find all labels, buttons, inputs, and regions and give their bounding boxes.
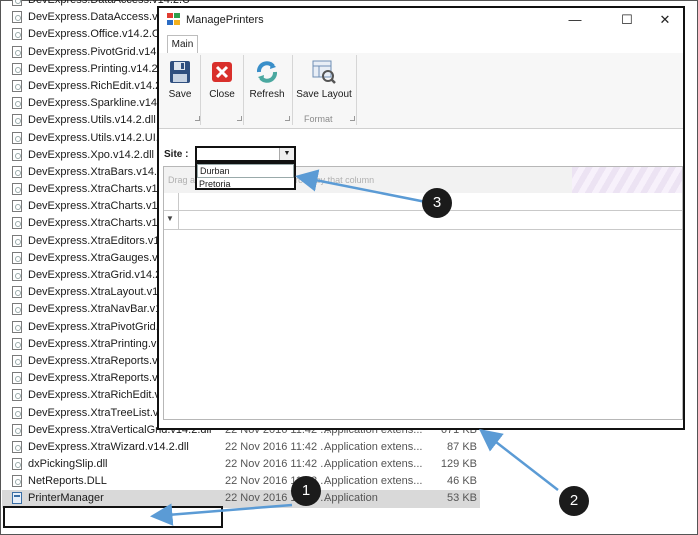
dll-file-icon [12, 286, 22, 299]
dll-file-icon [12, 45, 22, 58]
maximize-button[interactable]: ☐ [609, 8, 645, 32]
file-size: 87 KB [447, 440, 477, 453]
dll-file-icon [12, 269, 22, 281]
file-date: 22 Nov 2016 11:42 ... [225, 458, 330, 471]
save-layout-icon [312, 60, 336, 84]
site-option-durban[interactable]: Durban [197, 164, 294, 178]
file-type: Application extens... [324, 440, 423, 453]
red-x-icon [212, 62, 232, 82]
dll-file-icon [12, 148, 22, 161]
dll-file-icon [12, 251, 22, 264]
file-type: Application extens... [324, 458, 423, 471]
close-window-button[interactable]: ✕ [647, 8, 683, 32]
floppy-disk-icon [170, 61, 190, 83]
refresh-button[interactable]: Refresh [247, 56, 287, 100]
group-launcher-icon[interactable] [237, 116, 242, 121]
ribbon-separator [200, 55, 201, 125]
dll-file-icon [12, 475, 22, 488]
ribbon-tab-strip: Main [159, 32, 683, 54]
dll-file-icon [12, 28, 22, 41]
close-label: Close [209, 89, 235, 100]
dll-file-icon [12, 97, 22, 110]
dll-file-icon [12, 217, 22, 230]
group-launcher-icon[interactable] [195, 116, 200, 121]
ribbon-separator [243, 55, 244, 125]
callout-3: 3 [422, 188, 452, 218]
dropdown-arrow-icon[interactable]: ▼ [279, 148, 294, 160]
dll-file-icon [12, 114, 22, 127]
format-group-label: Format [304, 114, 333, 124]
group-panel-decoration [572, 167, 682, 193]
site-combobox[interactable]: ▼ [195, 146, 296, 162]
file-name: DevExpress.XtraGrid.v14.2.dll [28, 269, 176, 281]
app-icon [167, 13, 181, 26]
window-title: ManagePrinters [186, 14, 264, 26]
file-size: 46 KB [447, 475, 477, 488]
save-label: Save [168, 89, 192, 100]
printer-manager-highlight [3, 506, 223, 528]
dll-file-icon [12, 79, 22, 92]
dll-file-icon [12, 423, 22, 436]
file-row[interactable]: DevExpress.XtraWizard.v14.2.dll 22 Nov 20… [2, 439, 480, 456]
file-size: 129 KB [440, 458, 477, 471]
save-layout-button[interactable]: Save Layout [296, 56, 352, 100]
tab-main[interactable]: Main [167, 35, 198, 54]
callout-2: 2 [559, 486, 589, 516]
dll-file-icon [12, 389, 22, 402]
dll-file-icon [12, 183, 22, 196]
manage-printers-window: ManagePrinters — ☐ ✕ Main Save Close Ref… [157, 6, 685, 430]
exe-file-icon [12, 492, 22, 505]
file-name: DevExpress.XtraWizard.v14.2.dll [28, 440, 189, 453]
group-launcher-icon[interactable] [350, 116, 355, 121]
dll-file-icon [12, 234, 22, 247]
dll-file-icon [12, 11, 22, 24]
file-name: DevExpress.Utils.v14.2.dll [28, 114, 156, 127]
dll-file-icon [12, 131, 22, 144]
filter-icon[interactable]: ▼ [166, 214, 174, 223]
site-label: Site : [164, 149, 189, 160]
callout-1: 1 [291, 476, 321, 506]
group-launcher-icon[interactable] [285, 116, 290, 121]
file-date: 22 Nov 2016 11:42 ... [225, 440, 330, 453]
save-layout-label: Save Layout [296, 89, 352, 100]
dll-file-icon [12, 62, 22, 75]
dll-file-icon [12, 200, 22, 213]
file-type: Application [324, 492, 378, 505]
site-dropdown-list: Durban Pretoria [195, 162, 296, 190]
minimize-button[interactable]: — [557, 8, 593, 32]
dll-file-icon [12, 320, 22, 333]
dll-file-icon [12, 337, 22, 350]
file-name: dxPickingSlip.dll [28, 458, 108, 471]
dll-file-icon [12, 406, 22, 419]
dll-file-icon [12, 440, 22, 453]
refresh-icon [257, 61, 277, 83]
title-bar[interactable]: ManagePrinters — ☐ ✕ [159, 8, 683, 32]
save-button[interactable]: Save [165, 56, 195, 100]
file-size: 53 KB [447, 492, 477, 505]
dll-file-icon [12, 372, 22, 385]
refresh-label: Refresh [249, 89, 285, 100]
dll-file-icon [12, 303, 22, 316]
ribbon: Save Close Refresh Save Layout Format [159, 53, 683, 129]
file-name: DevExpress.XtraBars.v14.2.dll [28, 165, 178, 178]
file-type: Application extens... [324, 475, 423, 488]
close-button[interactable]: Close [206, 56, 238, 100]
dll-file-icon [12, 0, 22, 6]
dll-file-icon [12, 354, 22, 367]
file-name: DevExpress.Xpo.v14.2.dll [28, 148, 154, 161]
file-name: NetReports.DLL [28, 475, 107, 488]
ribbon-separator [356, 55, 357, 125]
file-row[interactable]: dxPickingSlip.dll 22 Nov 2016 11:42 ... Ap… [2, 456, 480, 473]
file-name: DevExpress.Utils.v14.2.UI.dll [28, 131, 170, 144]
ribbon-separator [292, 55, 293, 125]
row-indicator-column [164, 193, 179, 229]
dll-file-icon [12, 165, 22, 178]
site-option-pretoria[interactable]: Pretoria [197, 178, 294, 190]
dll-file-icon [12, 458, 22, 471]
file-row[interactable]: NetReports.DLL 22 Nov 2016 11:42 ... Appli… [2, 473, 480, 490]
grid-auto-filter-row[interactable] [164, 210, 682, 230]
